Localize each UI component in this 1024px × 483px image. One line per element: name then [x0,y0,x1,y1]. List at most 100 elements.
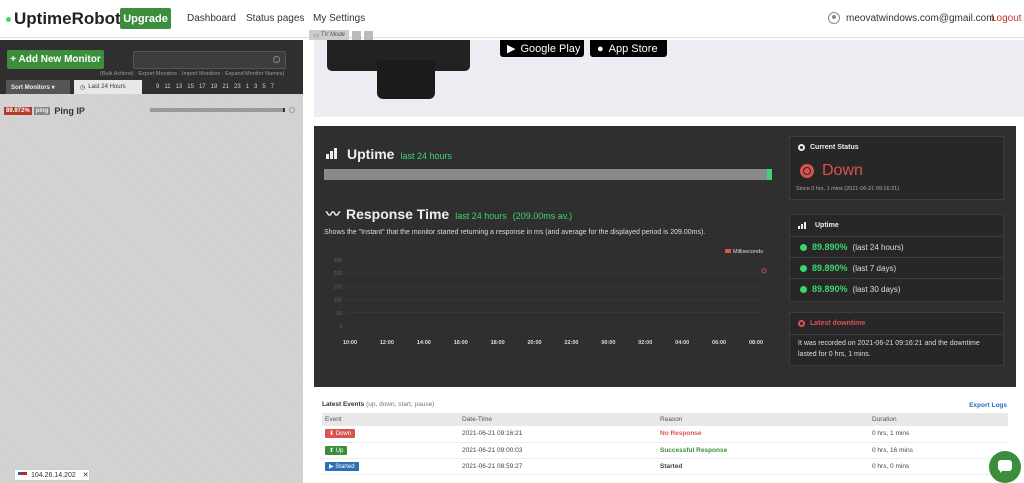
event-cell: ⬆ Up [322,442,459,459]
uptime-value: 89.890% [812,242,848,252]
apple-icon: ● [597,42,604,55]
status-since: Since 0 hrs, 1 mins (2021-06-21 09:16:21… [796,186,900,192]
clock-icon: ◷ [80,84,86,91]
monitor-search-input[interactable] [133,51,286,69]
hour-tick: 5 [262,84,266,90]
latest-events-section: Latest Events (up, down, start, pause) E… [314,398,1016,483]
response-time-label: Response Time [346,206,450,222]
us-flag-icon [18,472,27,478]
uptime-period: (last 7 days) [852,263,897,273]
logo[interactable]: UptimeRobot [6,9,121,29]
reason-cell: Started [657,458,869,475]
hour-tick: 17 [198,84,206,90]
chat-icon [998,460,1012,473]
monitor-detail-panel: Uptime last 24 hours 〰 Response Time las… [314,126,1016,387]
uptime-stats-title: Uptime [815,222,839,229]
app-store-label: App Store [608,42,658,55]
hour-tick: 11 [164,84,171,90]
status-dot-icon [289,107,295,113]
ip-address-tag[interactable]: 104.26.14.202 ✕ [14,469,90,481]
hour-tick: 21 [222,84,230,90]
bar-chart-icon [798,222,806,229]
x-tick-label: 20:00 [528,340,542,346]
x-tick-label: 22:00 [564,340,578,346]
export-logs-link[interactable]: Export Logs [969,402,1007,409]
monitor-bar-marker [283,108,285,112]
uptime-value: 89.890% [812,263,848,273]
sidebar-header: + Add New Monitor (Bulk Actions) · Expor… [0,40,303,94]
bulk-actions-links[interactable]: (Bulk Actions) · Export Monitors · Impor… [100,71,284,77]
up-dot-icon [800,264,807,272]
uptime-value: 89.890% [812,284,848,294]
event-badge-started: ▶ Started [325,461,359,471]
legend-swatch [725,249,731,253]
x-tick-label: 08:00 [749,340,763,346]
uptime-period: (last 24 hours) [852,242,904,252]
x-tick-label: 02:00 [638,340,652,346]
uptime-stats-header: Uptime [790,215,1003,236]
status-down: Down [790,158,1003,184]
x-tick-label: 04:00 [675,340,689,346]
sort-monitors-button[interactable]: Sort Monitors ▾ [6,80,70,94]
tv-icon: ▭ [313,32,319,39]
datetime-cell: 2021-06-21 08:59:27 [459,458,657,475]
x-tick-label: 14:00 [417,340,431,346]
uptime-stat-row: 89.890% (last 30 days) [790,278,1003,299]
events-title-text: Latest Events [322,401,365,408]
column-header[interactable]: Reason [657,413,869,426]
up-dot-icon [800,243,807,251]
monitor-row-ping-ip[interactable]: 89.972% ping Ping IP [4,105,296,116]
logout-link[interactable]: Logout [991,13,1022,24]
table-row: ⬇ Down 2021-06-21 09:16:21 No Response 0… [322,426,1008,443]
table-row: ▶ Started 2021-06-21 08:59:27 Started 0 … [322,458,1008,475]
upgrade-button[interactable]: Upgrade [120,8,171,29]
square-icon[interactable] [364,30,374,40]
response-time-avg: (209.00ms av.) [512,211,573,221]
last-24-hours-button[interactable]: ◷ Last 24 Hours [74,80,142,94]
hour-tick: 7 [270,84,275,90]
square-icon[interactable] [352,30,362,40]
google-play-button[interactable]: ▶ Google Play [500,40,584,57]
down-icon [800,164,814,178]
add-monitor-button[interactable]: + Add New Monitor [7,50,104,69]
app-store-button[interactable]: ● App Store [590,40,667,57]
uptime-bar [324,169,772,180]
reason-cell: Successful Response [657,442,869,459]
latest-downtime-card: Latest downtime It was recorded on 2021-… [789,312,1004,366]
y-tick-label: 150 [334,284,343,290]
table-row: ⬆ Up 2021-06-21 09:00:03 Successful Resp… [322,442,1008,459]
bar-chart-icon [326,148,337,159]
column-header[interactable]: Date-Time [459,413,657,426]
monitor-type-badge: ping [33,106,51,115]
trend-icon: 〰 [326,206,340,222]
chat-button[interactable] [989,451,1021,483]
event-badge-down: ⬇ Down [325,429,356,439]
column-header[interactable]: Duration [869,413,1008,426]
nav-my-settings[interactable]: My Settings [313,13,365,24]
events-subtitle: (up, down, start, pause) [366,401,435,408]
hour-tick: 19 [210,84,218,90]
nav-dashboard[interactable]: Dashboard [187,13,236,24]
user-account[interactable]: meovatwindows.com@gmail.com [828,12,995,24]
logo-text: UptimeRobot [14,9,121,28]
uptime-sub: last 24 hours [400,151,452,161]
latest-downtime-header: Latest downtime [790,313,1003,334]
current-status-title: Current Status [810,144,859,151]
nav-status-pages[interactable]: Status pages [246,13,304,24]
uptime-bar-latest [767,169,772,180]
hour-tick: 15 [187,84,194,90]
column-header[interactable]: Event [322,413,459,426]
y-tick-label: 250 [334,258,343,264]
app-banner: ▶ Google Play ● App Store [314,40,1024,117]
latest-downtime-text: It was recorded on 2021-06-21 09:16:21 a… [790,334,1003,364]
tv-mode-button[interactable]: ▭ TV Mode [309,30,350,40]
hour-tick: 1 [245,84,250,90]
event-cell: ⬇ Down [322,426,459,443]
close-icon[interactable]: ✕ [83,471,89,479]
hour-ticks: 9 11 13 15 17 19 21 23 1 3 5 7 [156,84,274,90]
monitor-name: Ping IP [54,105,85,116]
user-icon [828,12,840,24]
google-play-label: Google Play [520,42,581,55]
data-point [761,268,767,274]
search-icon [273,56,280,63]
